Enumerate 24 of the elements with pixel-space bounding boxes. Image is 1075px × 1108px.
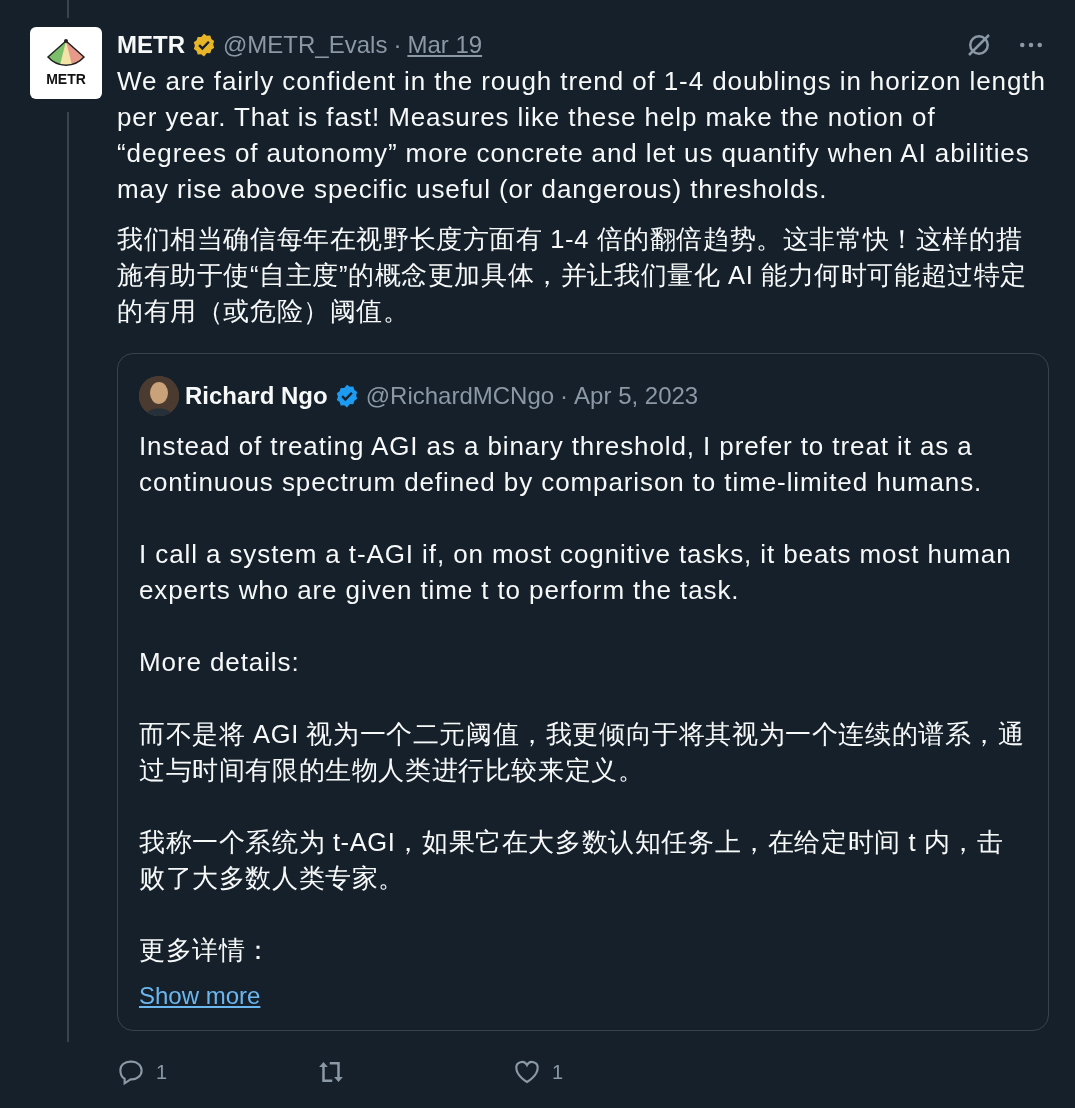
post-text: I call a system a t-AGI if, on most cognitive tasks, it beats most human experts who are given time t to perform the task. bbox=[139, 538, 1013, 607]
action-count: 1 bbox=[156, 1060, 168, 1084]
author-handle[interactable]: @RichardMCNgo bbox=[365, 382, 555, 410]
author-handle[interactable]: @METR_Evals bbox=[223, 31, 388, 59]
avatar-label: METR bbox=[46, 71, 86, 87]
show-more-link[interactable]: Show more bbox=[139, 982, 261, 1009]
post-date[interactable]: Mar 19 bbox=[407, 31, 483, 59]
avatar-logo[interactable]: METR bbox=[30, 27, 102, 99]
post-text: Instead of treating AGI as a binary threshold, I prefer to treat it as a continuous spectrum defined by comparison to time-limited humans. bbox=[139, 430, 984, 499]
quoted-post-card[interactable] bbox=[117, 353, 1049, 1031]
post-text: 而不是将 AGI 视为一个二元阈值，我更倾向于将其视为一个连续的谱系，通过与时间有限的生物人类进行比较来定义。 bbox=[139, 719, 1026, 786]
fan-logo-icon bbox=[44, 39, 88, 69]
separator-dot: · bbox=[393, 31, 402, 59]
post-text: 我们相当确信每年在视野长度方面有 1-4 倍的翻倍趋势。这非常快！这样的措施有助于使“自主度”的概念更加具体，并让我们量化 AI 能力何时可能超过特定的有用（或危险）阈值。 bbox=[117, 224, 1029, 327]
post-text: We are fairly confident in the rough trend of 1-4 doublings in horizon length per year. That is fast! Measures like these help make the notion of “degrees of autonomy” more concrete and let us quantify when AI abilities may rise above specific useful (or dangerous) thresholds. bbox=[117, 65, 1047, 206]
author-name[interactable]: Richard Ngo bbox=[185, 382, 328, 410]
post-date: Apr 5, 2023 bbox=[574, 382, 699, 410]
post-text: 我称一个系统为 t-AGI，如果它在大多数认知任务上，在给定时间 t 内，击败了大多数人类专家。 bbox=[139, 827, 1005, 894]
author-name[interactable]: METR bbox=[117, 31, 185, 59]
post-text: 更多详情： bbox=[139, 935, 273, 966]
separator-dot: · bbox=[560, 382, 569, 410]
avatar-figure bbox=[139, 376, 179, 416]
post-text: More details: bbox=[139, 646, 301, 679]
action-count: 1 bbox=[552, 1060, 564, 1084]
